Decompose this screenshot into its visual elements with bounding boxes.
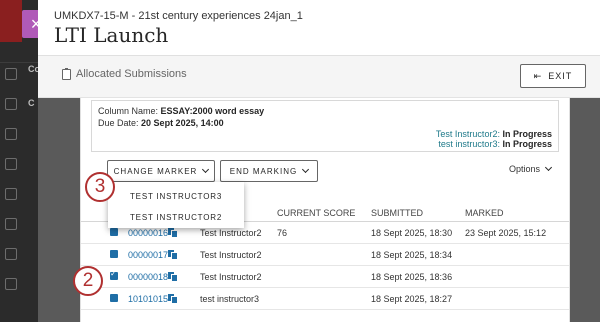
submission-id-link[interactable]: 00000017 (128, 250, 168, 260)
score-cell: 76 (277, 228, 288, 238)
submitted-cell: 18 Sept 2025, 18:27 (371, 294, 453, 304)
column-name-line: Column Name: ESSAY:2000 word essay (98, 106, 264, 116)
marker-status-value: In Progress (502, 139, 552, 149)
column-name-label: Column Name: (98, 106, 159, 116)
marked-cell: 23 Sept 2025, 15:12 (465, 228, 547, 238)
chevron-down-icon (544, 163, 553, 172)
row-checkbox[interactable] (110, 269, 118, 280)
copy-icon[interactable] (168, 250, 178, 260)
column-header-marked[interactable]: MARKED (465, 208, 504, 218)
marker-cell: Test Instructor2 (200, 272, 262, 282)
dropdown-item-test-instructor2[interactable]: TEST INSTRUCTOR2 (130, 213, 222, 222)
submitted-cell: 18 Sept 2025, 18:30 (371, 228, 453, 238)
submission-id-link[interactable]: 00000018 (128, 272, 168, 282)
submissions-content: Column Name: ESSAY:2000 word essay Due D… (73, 98, 570, 322)
due-date-line: Due Date: 20 Sept 2025, 14:00 (98, 118, 224, 128)
background-nav-icon (5, 158, 17, 170)
column-header-submitted[interactable]: SUBMITTED (371, 208, 423, 218)
background-app-nav: Co C (0, 0, 40, 322)
column-name-value: ESSAY:2000 word essay (160, 106, 265, 116)
row-checkbox[interactable] (110, 228, 118, 236)
background-divider (0, 62, 38, 63)
background-nav-icon (5, 188, 17, 200)
submitted-cell: 18 Sept 2025, 18:36 (371, 272, 453, 282)
copy-icon[interactable] (168, 228, 178, 238)
background-logo (0, 0, 22, 42)
copy-icon[interactable] (168, 294, 178, 304)
row-checkbox[interactable] (110, 250, 118, 258)
panel-subbar: Allocated Submissions ⇤ EXIT (38, 56, 600, 98)
background-nav-icon (5, 278, 17, 290)
background-nav-icon (5, 98, 17, 110)
exit-button[interactable]: ⇤ EXIT (520, 64, 586, 88)
allocated-submissions-label: Allocated Submissions (76, 68, 187, 80)
chevron-down-icon (202, 165, 210, 174)
marker-cell: test instructor3 (200, 294, 260, 304)
submission-id-link[interactable]: 00000016 (128, 228, 168, 238)
background-nav-icon (5, 128, 17, 140)
column-header-current-score[interactable]: CURRENT SCORE (277, 208, 355, 218)
table-row: 00000017 Test Instructor2 18 Sept 2025, … (81, 244, 569, 266)
background-nav-icon (5, 248, 17, 260)
submission-id-link[interactable]: 10101015 (128, 294, 168, 304)
change-marker-button[interactable]: CHANGE MARKER (107, 160, 215, 182)
background-nav-icon (5, 68, 17, 80)
due-date-value: 20 Sept 2025, 14:00 (141, 118, 224, 128)
exit-icon: ⇤ (533, 70, 543, 81)
change-marker-label: CHANGE MARKER (113, 166, 198, 176)
marker-cell: Test Instructor2 (200, 228, 262, 238)
exit-label: EXIT (548, 71, 573, 81)
marker-status-value: In Progress (502, 129, 552, 139)
page-title: LTI Launch (54, 23, 169, 47)
options-label: Options (509, 164, 541, 174)
end-marking-button[interactable]: END MARKING (220, 160, 318, 182)
background-nav-icon (5, 218, 17, 230)
copy-icon[interactable] (168, 272, 178, 282)
step-callout-2: 2 (73, 266, 103, 296)
marker-cell: Test Instructor2 (200, 250, 262, 260)
submitted-cell: 18 Sept 2025, 18:34 (371, 250, 453, 260)
marker-status: test instructor3: In Progress (438, 139, 552, 149)
allocated-submissions-heading: Allocated Submissions (62, 67, 187, 80)
panel-header: UMKDX7-15-M - 21st century experiences 2… (38, 0, 600, 56)
background-nav-label: C (28, 98, 35, 108)
table-row: 00000018 Test Instructor2 18 Sept 2025, … (81, 266, 569, 288)
change-marker-dropdown: TEST INSTRUCTOR3 TEST INSTRUCTOR2 (108, 182, 244, 228)
end-marking-label: END MARKING (229, 166, 298, 176)
marker-name[interactable]: Test Instructor2: (436, 129, 500, 139)
marker-status: Test Instructor2: In Progress (436, 129, 552, 139)
row-checkbox[interactable] (110, 294, 118, 302)
chevron-down-icon (302, 165, 310, 174)
dropdown-item-test-instructor3[interactable]: TEST INSTRUCTOR3 (130, 192, 222, 201)
breadcrumb: UMKDX7-15-M - 21st century experiences 2… (54, 10, 303, 22)
clipboard-icon (62, 67, 71, 80)
step-callout-3: 3 (85, 172, 115, 202)
marker-name[interactable]: test instructor3: (438, 139, 500, 149)
table-row: 10101015 test instructor3 18 Sept 2025, … (81, 288, 569, 310)
due-date-label: Due Date: (98, 118, 139, 128)
column-info-box: Column Name: ESSAY:2000 word essay Due D… (91, 100, 559, 152)
options-menu[interactable]: Options (509, 163, 553, 174)
